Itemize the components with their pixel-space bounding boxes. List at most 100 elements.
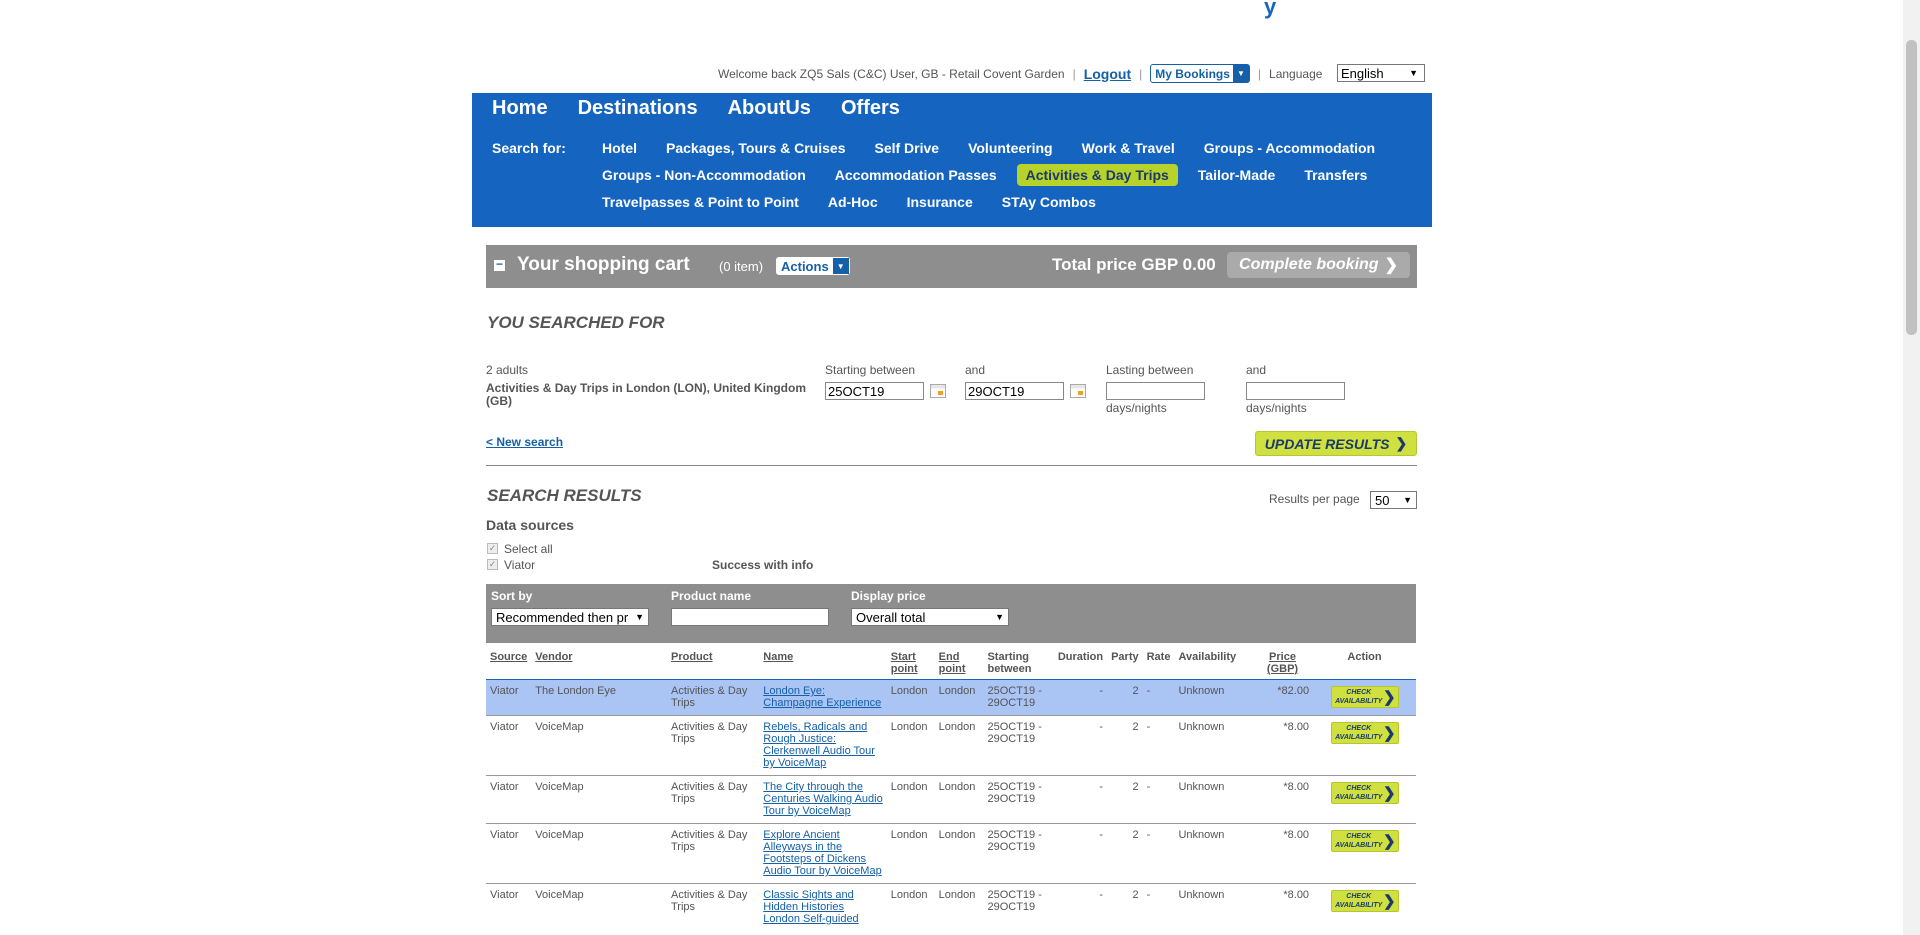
result-availability: Unknown xyxy=(1174,715,1252,776)
result-availability: Unknown xyxy=(1174,775,1252,824)
welcome-text: Welcome back ZQ5 Sals (C&C) User, GB - R… xyxy=(718,66,1065,81)
search-type-travelpasses-and-point-to-point[interactable]: Travelpasses & Point to Point xyxy=(593,191,808,213)
search-type-work-and-travel[interactable]: Work & Travel xyxy=(1073,137,1184,159)
check-availability-button[interactable]: CHECK AVAILABILITY ❯ xyxy=(1330,890,1399,912)
my-bookings-button[interactable]: My Bookings ▼ xyxy=(1150,64,1250,83)
result-vendor: VoiceMap xyxy=(531,715,667,776)
result-name-link[interactable]: The City through the Centuries Walking A… xyxy=(763,781,882,817)
search-type-stay-combos[interactable]: STAy Combos xyxy=(993,191,1105,213)
result-price: *8.00 xyxy=(1251,715,1314,776)
check-availability-button[interactable]: CHECK AVAILABILITY ❯ xyxy=(1330,686,1399,708)
product-name-input[interactable] xyxy=(671,608,829,626)
check-availability-button[interactable]: CHECK AVAILABILITY ❯ xyxy=(1330,830,1399,852)
search-type-ad-hoc[interactable]: Ad-Hoc xyxy=(819,191,887,213)
main-nav-aboutus[interactable]: AboutUs xyxy=(728,97,811,120)
search-type-accommodation-passes[interactable]: Accommodation Passes xyxy=(826,164,1006,186)
min-duration-input[interactable] xyxy=(1106,382,1205,400)
calendar-icon[interactable] xyxy=(1070,384,1086,398)
search-type-transfers[interactable]: Transfers xyxy=(1295,164,1376,186)
search-type-hotel[interactable]: Hotel xyxy=(593,137,646,159)
result-name-link[interactable]: Classic Sights and Hidden Histories Lond… xyxy=(763,889,858,925)
result-rate: - xyxy=(1142,715,1175,776)
column-header-product[interactable]: Product xyxy=(667,648,759,680)
column-header-price[interactable]: Price (GBP) xyxy=(1252,648,1313,680)
divider: | xyxy=(1257,66,1262,81)
column-header-source[interactable]: Source xyxy=(486,648,531,680)
result-source: Viator xyxy=(486,679,532,716)
result-duration: - xyxy=(1053,823,1108,884)
column-header-starting-between: Starting between xyxy=(987,651,1032,675)
divider: | xyxy=(1139,66,1143,81)
logout-link[interactable]: Logout xyxy=(1084,66,1131,82)
column-header-party: Party xyxy=(1111,651,1139,663)
collapse-icon[interactable]: − xyxy=(494,258,505,271)
search-type-insurance[interactable]: Insurance xyxy=(898,191,982,213)
dropdown-arrow-icon: ▼ xyxy=(1409,68,1418,78)
results-per-page-select[interactable]: 50 ▼ xyxy=(1370,491,1417,509)
search-type-activities-and-day-trips[interactable]: Activities & Day Trips xyxy=(1016,164,1178,186)
viator-checkbox[interactable]: ✓ xyxy=(487,559,498,570)
max-duration-input[interactable] xyxy=(1246,382,1345,400)
result-name-link[interactable]: London Eye: Champagne Experience xyxy=(763,685,881,709)
starting-between-label: Starting between xyxy=(825,363,916,377)
start-date-input[interactable]: 25OCT19 xyxy=(825,382,924,400)
select-all-checkbox[interactable]: ✓ xyxy=(487,543,498,554)
cart-actions-button[interactable]: Actions ▼ xyxy=(776,257,850,275)
column-header-name[interactable]: Name xyxy=(759,648,887,680)
language-select[interactable]: English ▼ xyxy=(1337,64,1425,82)
dropdown-arrow-icon: ▼ xyxy=(635,612,644,622)
column-header-availability: Availability xyxy=(1178,651,1237,663)
complete-booking-button[interactable]: Complete booking ❯ xyxy=(1227,252,1410,278)
and-label: and xyxy=(965,363,986,377)
column-header-rate: Rate xyxy=(1146,651,1171,663)
result-source: Viator xyxy=(486,823,532,884)
sort-by-label: Sort by xyxy=(491,589,533,603)
search-type-packages-tours-and-cruises[interactable]: Packages, Tours & Cruises xyxy=(657,137,854,159)
result-price: *8.00 xyxy=(1251,823,1314,884)
complete-booking-label: Complete booking xyxy=(1239,256,1379,273)
result-name-link[interactable]: Explore Ancient Alleyways in the Footste… xyxy=(763,829,881,877)
result-start-point: London xyxy=(886,715,935,776)
search-type-volunteering[interactable]: Volunteering xyxy=(959,137,1062,159)
search-type-self-drive[interactable]: Self Drive xyxy=(865,137,948,159)
display-price-select[interactable]: Overall total ▼ xyxy=(851,608,1009,626)
scrollbar-thumb[interactable] xyxy=(1906,40,1917,335)
result-start-point: London xyxy=(886,823,935,884)
result-party: 2 xyxy=(1107,775,1143,824)
results-per-page-value: 50 xyxy=(1375,492,1390,508)
check-availability-button[interactable]: CHECK AVAILABILITY ❯ xyxy=(1330,782,1399,804)
search-type-groups-accommodation[interactable]: Groups - Accommodation xyxy=(1195,137,1384,159)
result-name-cell: Classic Sights and Hidden Histories Lond… xyxy=(759,883,887,931)
column-header-vendor[interactable]: Vendor xyxy=(531,648,667,680)
column-header-start-point[interactable]: Start point xyxy=(887,648,935,680)
search-type-groups-non-accommodation[interactable]: Groups - Non-Accommodation xyxy=(593,164,815,186)
display-price-label: Display price xyxy=(851,589,926,603)
new-search-link[interactable]: < New search xyxy=(486,435,563,449)
end-date-input[interactable]: 29OCT19 xyxy=(965,382,1064,400)
result-product: Activities & Day Trips xyxy=(666,679,760,716)
result-name-cell: Rebels, Radicals and Rough Justice: Cler… xyxy=(759,715,887,776)
result-starting-between: 25OCT19 - 29OCT19 xyxy=(983,775,1054,824)
table-row: Viator VoiceMap Activities & Day Trips Clas… xyxy=(486,883,1416,931)
lasting-between-label: Lasting between xyxy=(1106,363,1194,377)
result-duration: - xyxy=(1053,775,1108,824)
main-nav-home[interactable]: Home xyxy=(492,97,548,120)
update-results-button[interactable]: UPDATE RESULTS ❯ xyxy=(1255,431,1417,456)
chevron-down-icon: ▼ xyxy=(832,258,849,274)
check-availability-button[interactable]: CHECK AVAILABILITY ❯ xyxy=(1330,722,1399,744)
update-results-label: UPDATE RESULTS xyxy=(1264,435,1390,452)
main-nav-destinations[interactable]: Destinations xyxy=(578,97,698,120)
main-nav-offers[interactable]: Offers xyxy=(841,97,900,120)
results-header-row: Source Vendor Product Name Start point E… xyxy=(486,648,1416,680)
sort-by-select[interactable]: Recommended then pr ▼ xyxy=(491,608,649,626)
result-rate: - xyxy=(1142,883,1175,931)
column-header-end-point[interactable]: End point xyxy=(935,648,984,680)
shopping-cart-bar: − Your shopping cart (0 item) Actions ▼ … xyxy=(486,245,1417,288)
result-product: Activities & Day Trips xyxy=(666,715,760,776)
result-name-link[interactable]: Rebels, Radicals and Rough Justice: Cler… xyxy=(763,721,875,769)
calendar-icon[interactable] xyxy=(930,384,946,398)
result-party: 2 xyxy=(1107,679,1143,716)
search-type-tailor-made[interactable]: Tailor-Made xyxy=(1189,164,1285,186)
page-scrollbar[interactable] xyxy=(1903,0,1920,935)
my-bookings-label: My Bookings xyxy=(1155,66,1230,81)
